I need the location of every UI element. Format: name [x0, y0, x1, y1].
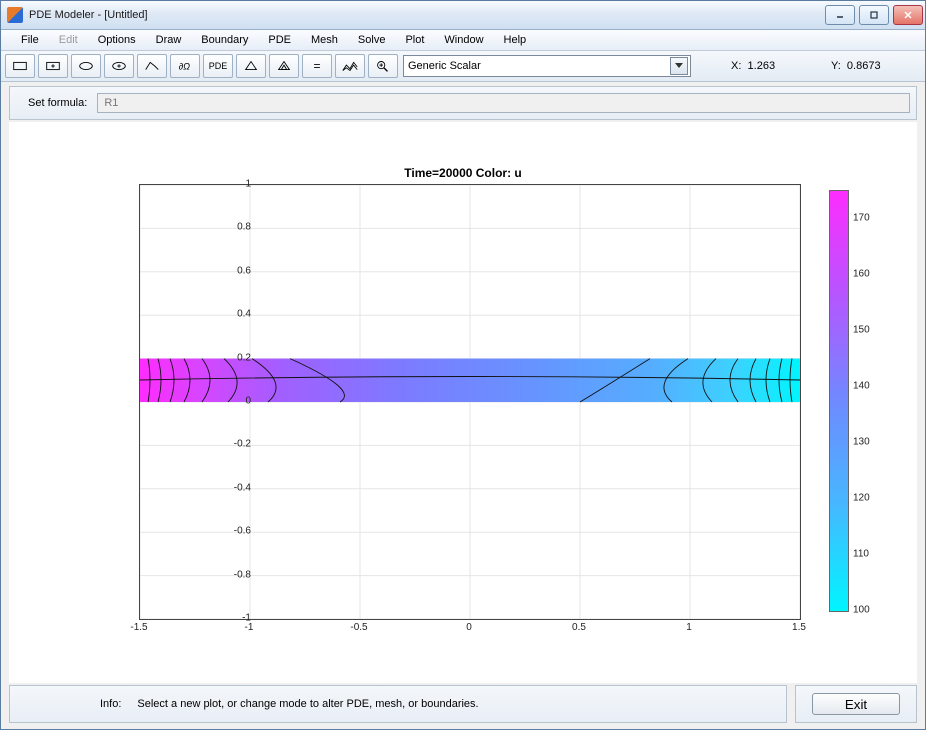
chevron-down-icon	[670, 57, 688, 75]
ellipse-center-icon[interactable]	[104, 54, 134, 78]
app-type-select[interactable]: Generic Scalar	[403, 55, 691, 77]
menu-window[interactable]: Window	[434, 32, 493, 48]
app-icon	[7, 7, 23, 23]
menubar: File Edit Options Draw Boundary PDE Mesh…	[1, 30, 925, 51]
titlebar: PDE Modeler - [Untitled]	[1, 1, 925, 30]
menu-boundary[interactable]: Boundary	[191, 32, 258, 48]
menu-edit[interactable]: Edit	[49, 32, 88, 48]
plot-title: Time=20000 Color: u	[9, 166, 917, 180]
pde-button[interactable]: PDE	[203, 54, 233, 78]
close-button[interactable]	[893, 5, 923, 25]
ellipse-icon[interactable]	[71, 54, 101, 78]
plot3d-icon[interactable]	[335, 54, 365, 78]
menu-plot[interactable]: Plot	[395, 32, 434, 48]
toolbar: ∂Ω PDE = Generic Scalar X: 1.263 Y: 0.86…	[1, 51, 925, 82]
zoom-icon[interactable]	[368, 54, 398, 78]
info-bar: Info: Select a new plot, or change mode …	[9, 685, 787, 723]
colorbar	[829, 190, 849, 612]
solve-button[interactable]: =	[302, 54, 332, 78]
maximize-button[interactable]	[859, 5, 889, 25]
menu-file[interactable]: File	[11, 32, 49, 48]
boundary-icon[interactable]: ∂Ω	[170, 54, 200, 78]
minimize-button[interactable]	[825, 5, 855, 25]
menu-pde[interactable]: PDE	[258, 32, 301, 48]
window-title: PDE Modeler - [Untitled]	[29, 9, 821, 21]
menu-help[interactable]: Help	[494, 32, 537, 48]
plot-canvas[interactable]: Time=20000 Color: u	[9, 122, 917, 683]
plot-axes	[139, 184, 801, 620]
formula-label: Set formula:	[16, 97, 87, 109]
formula-input[interactable]: R1	[97, 93, 910, 113]
rectangle-icon[interactable]	[5, 54, 35, 78]
info-label: Info:	[100, 698, 121, 710]
mesh-icon[interactable]	[236, 54, 266, 78]
menu-draw[interactable]: Draw	[146, 32, 192, 48]
menu-solve[interactable]: Solve	[348, 32, 396, 48]
formula-bar: Set formula: R1	[9, 86, 917, 120]
info-text: Select a new plot, or change mode to alt…	[137, 698, 478, 710]
svg-text:∂Ω: ∂Ω	[179, 62, 190, 72]
exit-button[interactable]: Exit	[812, 693, 900, 715]
app-type-value: Generic Scalar	[408, 60, 481, 72]
menu-options[interactable]: Options	[88, 32, 146, 48]
pointer-coords: X: 1.263 Y: 0.8673	[731, 60, 921, 72]
rectangle-center-icon[interactable]	[38, 54, 68, 78]
menu-mesh[interactable]: Mesh	[301, 32, 348, 48]
polygon-icon[interactable]	[137, 54, 167, 78]
refine-mesh-icon[interactable]	[269, 54, 299, 78]
